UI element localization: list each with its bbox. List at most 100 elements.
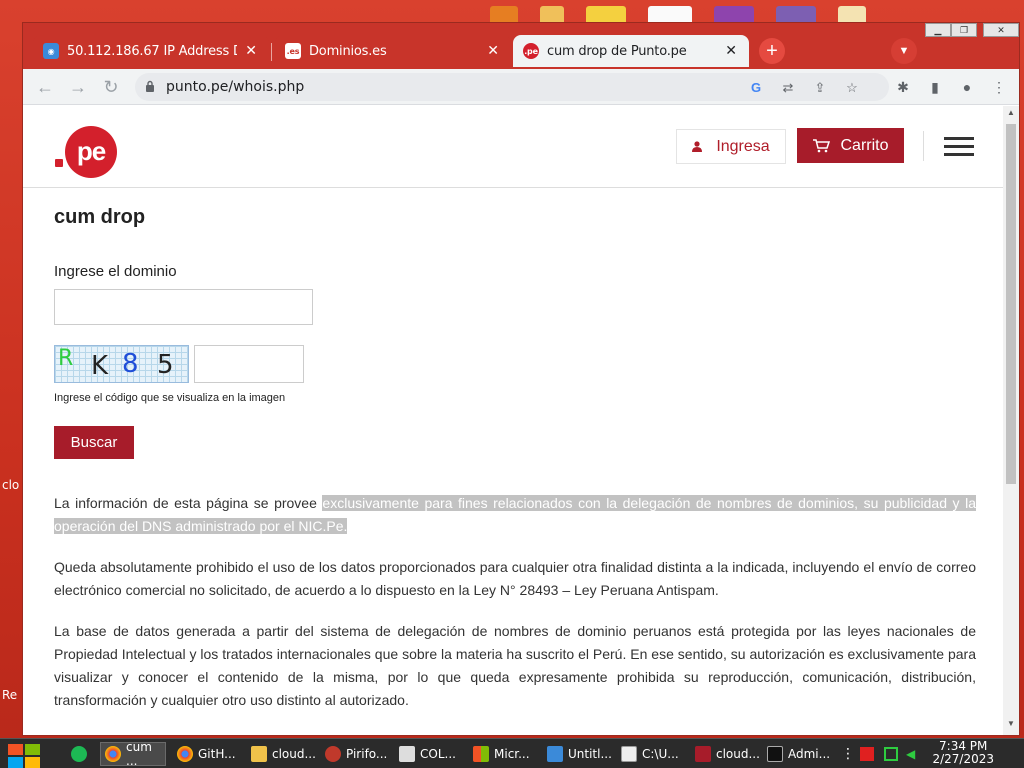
clock-date: 2/27/2023 bbox=[932, 752, 994, 766]
logo-circle: pe bbox=[65, 126, 117, 178]
taskbar-item[interactable]: C:\U... bbox=[616, 742, 682, 766]
web-page: pe Ingresa Carrito cum drop Ingrese el d… bbox=[23, 106, 1019, 735]
header-divider bbox=[923, 131, 924, 161]
new-tab-button[interactable]: + bbox=[759, 38, 785, 64]
hamburger-menu-icon[interactable] bbox=[944, 137, 974, 157]
tab-dominios-es[interactable]: .es Dominios.es ✕ bbox=[275, 35, 511, 67]
minimize-button[interactable]: ▁ bbox=[925, 23, 951, 37]
taskbar-label: C:\U... bbox=[642, 747, 679, 761]
site-header: pe Ingresa Carrito bbox=[23, 106, 1003, 188]
page-title: cum drop bbox=[54, 206, 146, 228]
piriform-icon bbox=[325, 746, 341, 762]
taskbar-item[interactable]: Micr... bbox=[468, 742, 534, 766]
taskbar-label: COL... bbox=[420, 747, 456, 761]
location-pin-icon: ◉ bbox=[43, 43, 59, 59]
close-icon[interactable]: ✕ bbox=[485, 43, 501, 59]
close-icon[interactable]: ✕ bbox=[243, 43, 259, 59]
flag-icon[interactable] bbox=[860, 747, 874, 761]
tab-label: Dominios.es bbox=[309, 43, 387, 59]
address-bar[interactable]: punto.pe/whois.php G ⇄ ⇪ ☆ bbox=[135, 73, 889, 101]
desktop-icon[interactable] bbox=[648, 6, 692, 22]
system-clock[interactable]: 7:34 PM 2/27/2023 bbox=[932, 740, 994, 766]
chrome-icon bbox=[177, 746, 193, 762]
app-red-icon bbox=[695, 746, 711, 762]
taskbar-item[interactable]: Untitl... bbox=[542, 742, 612, 766]
desktop-icon[interactable] bbox=[540, 6, 564, 22]
share-icon[interactable]: ⇪ bbox=[811, 79, 829, 97]
microsoft-icon bbox=[473, 746, 489, 762]
tab-label: 50.112.186.67 IP Address Deta bbox=[67, 43, 237, 59]
desktop-icon[interactable] bbox=[776, 6, 816, 22]
bookmark-star-icon[interactable]: ☆ bbox=[843, 79, 861, 97]
login-button[interactable]: Ingresa bbox=[676, 129, 786, 164]
taskbar-item[interactable]: GitH... bbox=[172, 742, 238, 766]
paragraph-copyright: La base de datos generada a partir del s… bbox=[54, 623, 976, 708]
taskbar-label: GitH... bbox=[198, 747, 236, 761]
cart-button[interactable]: Carrito bbox=[797, 128, 904, 163]
back-button[interactable]: ← bbox=[35, 77, 55, 97]
taskbar-item[interactable]: cloud... bbox=[690, 742, 760, 766]
browser-window: ▁ ❐ ✕ ◉ 50.112.186.67 IP Address Deta ✕ … bbox=[22, 22, 1020, 736]
taskbar-item[interactable]: cloud... bbox=[246, 742, 316, 766]
lock-icon bbox=[146, 80, 154, 92]
captcha-input[interactable] bbox=[194, 345, 304, 383]
taskbar-item[interactable]: Pirifo... bbox=[320, 742, 388, 766]
profile-icon[interactable]: ● bbox=[957, 77, 977, 97]
captcha-char: R bbox=[58, 346, 74, 371]
captcha-char: K bbox=[91, 351, 109, 381]
start-button[interactable] bbox=[8, 744, 42, 768]
captcha-row: R K 8 5 bbox=[54, 345, 976, 383]
side-panel-icon[interactable]: ▮ bbox=[925, 77, 945, 97]
network-icon[interactable] bbox=[884, 747, 898, 761]
taskbar-overflow-icon[interactable]: ⋮ bbox=[836, 742, 855, 766]
close-window-button[interactable]: ✕ bbox=[983, 23, 1019, 37]
taskbar-label: Pirifo... bbox=[346, 747, 388, 761]
restore-button[interactable]: ❐ bbox=[951, 23, 977, 37]
taskbar-item[interactable]: COL... bbox=[394, 742, 460, 766]
captcha-char: 5 bbox=[157, 350, 174, 380]
page-scrollbar[interactable]: ▲ ▼ bbox=[1003, 106, 1019, 735]
tab-strip: ▁ ❐ ✕ ◉ 50.112.186.67 IP Address Deta ✕ … bbox=[23, 23, 1019, 69]
scroll-down-icon[interactable]: ▼ bbox=[1007, 719, 1015, 729]
whois-content: cum drop Ingrese el dominio R K 8 5 Ingr… bbox=[54, 206, 976, 712]
taskbar-item[interactable]: Admi... bbox=[762, 742, 831, 766]
desktop-icon[interactable] bbox=[490, 6, 518, 22]
spotify-icon bbox=[71, 746, 87, 762]
search-button[interactable]: Buscar bbox=[54, 426, 134, 459]
taskbar-item[interactable]: cum ... bbox=[100, 740, 166, 768]
domain-input[interactable] bbox=[54, 289, 313, 325]
google-icon[interactable]: G bbox=[747, 79, 765, 97]
tab-ip-address[interactable]: ◉ 50.112.186.67 IP Address Deta ✕ bbox=[33, 35, 269, 67]
domain-label: Ingrese el dominio bbox=[54, 263, 177, 280]
reload-button[interactable]: ↻ bbox=[101, 77, 121, 97]
desktop-icon[interactable] bbox=[586, 6, 626, 22]
desktop-icon-label: clo bbox=[2, 478, 20, 492]
desktop-icon[interactable] bbox=[838, 6, 866, 22]
desktop-icon[interactable] bbox=[714, 6, 754, 22]
cart-label: Carrito bbox=[840, 136, 889, 154]
terminal-icon bbox=[767, 746, 783, 762]
close-icon[interactable]: ✕ bbox=[723, 43, 739, 59]
taskbar-spotify[interactable] bbox=[66, 742, 87, 766]
captcha-hint: Ingrese el código que se visualiza en la… bbox=[54, 392, 286, 404]
tab-search-button[interactable]: ▼ bbox=[891, 38, 917, 64]
menu-kebab-icon[interactable]: ⋮ bbox=[989, 77, 1009, 97]
captcha-image: R K 8 5 bbox=[54, 345, 189, 383]
user-icon bbox=[692, 141, 703, 152]
editor-icon bbox=[547, 746, 563, 762]
extensions-icon[interactable]: ✱ bbox=[893, 77, 913, 97]
paragraph-antispam: Queda absolutamente prohibido el uso de … bbox=[54, 559, 976, 598]
taskbar-label: Micr... bbox=[494, 747, 530, 761]
cart-icon bbox=[813, 138, 831, 152]
browser-toolbar: ← → ↻ punto.pe/whois.php G ⇄ ⇪ ☆ ✱ ▮ ● ⋮ bbox=[23, 69, 1019, 105]
scroll-up-icon[interactable]: ▲ bbox=[1007, 108, 1015, 118]
scrollbar-thumb[interactable] bbox=[1006, 124, 1016, 484]
punto-pe-logo[interactable]: pe bbox=[53, 126, 123, 178]
volume-icon[interactable]: ◀ bbox=[906, 747, 920, 761]
captcha-char: 8 bbox=[122, 349, 139, 379]
translate-icon[interactable]: ⇄ bbox=[779, 79, 797, 97]
tab-punto-pe[interactable]: .pe cum drop de Punto.pe ✕ bbox=[513, 35, 749, 67]
forward-button[interactable]: → bbox=[68, 77, 88, 97]
taskbar-label: Admi... bbox=[788, 747, 831, 761]
taskbar-label: cum ... bbox=[126, 740, 152, 768]
